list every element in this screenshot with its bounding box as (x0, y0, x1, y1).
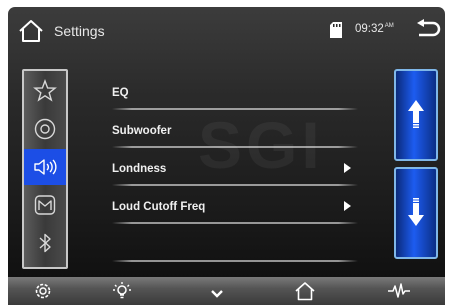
bottom-home-button[interactable] (294, 281, 316, 301)
home-icon (19, 20, 43, 42)
category-sidebar (22, 69, 68, 269)
menu-divider (112, 146, 358, 148)
menu-divider (112, 222, 358, 224)
clock-time: 09:32 (355, 23, 384, 35)
brightness-icon (113, 282, 131, 299)
sidebar-item-disc[interactable] (24, 111, 66, 147)
settings-screen: Settings 09:32AM SGI EQ Subwoofer Londne… (8, 7, 445, 305)
clock: 09:32AM (355, 23, 394, 35)
home-button[interactable] (18, 19, 44, 43)
arrow-up-icon (408, 100, 424, 128)
home-icon (295, 282, 315, 301)
speaker-icon (34, 159, 57, 175)
chevron-down-icon (211, 290, 223, 298)
menu-item-eq[interactable]: EQ (104, 75, 358, 113)
back-button[interactable] (415, 19, 441, 41)
disc-icon (34, 118, 56, 140)
sidebar-item-audio[interactable] (24, 149, 66, 185)
bluetooth-icon (39, 233, 51, 253)
header-bar: Settings 09:32AM (8, 7, 445, 55)
sd-card-icon (330, 22, 342, 38)
menu-divider (112, 260, 358, 262)
bottom-audio-wave-button[interactable] (388, 281, 410, 301)
menu-item-label: Loud Cutoff Freq (112, 201, 206, 213)
bottom-brightness-button[interactable] (111, 281, 133, 301)
scroll-up-button[interactable] (394, 69, 438, 161)
settings-gear-icon (35, 283, 51, 299)
menu-item-empty (104, 227, 358, 265)
sidebar-item-favorites[interactable] (24, 73, 66, 109)
brand-logo-icon (34, 195, 56, 215)
menu-divider (112, 108, 358, 110)
bottom-settings-button[interactable] (32, 281, 54, 301)
clock-ampm: AM (384, 23, 394, 29)
chevron-right-icon (344, 201, 351, 211)
bottom-collapse-button[interactable] (206, 281, 228, 301)
menu-item-loudness[interactable]: Londness (104, 151, 358, 189)
sidebar-item-bluetooth[interactable] (24, 225, 66, 261)
page-title: Settings (54, 23, 105, 39)
star-icon (33, 79, 57, 102)
menu-item-label: Londness (112, 163, 167, 175)
scroll-down-button[interactable] (394, 167, 438, 259)
chevron-right-icon (344, 163, 351, 173)
arrow-down-icon (408, 198, 424, 226)
back-arrow-icon (417, 19, 441, 37)
menu-item-label: EQ (112, 87, 129, 99)
menu-item-label: Subwoofer (112, 125, 172, 137)
sidebar-item-logo[interactable] (24, 187, 66, 223)
waveform-icon (388, 283, 410, 298)
menu-divider (112, 184, 358, 186)
menu-item-subwoofer[interactable]: Subwoofer (104, 113, 358, 151)
bottom-nav-bar (8, 277, 445, 305)
menu-item-loud-cutoff-freq[interactable]: Loud Cutoff Freq (104, 189, 358, 227)
